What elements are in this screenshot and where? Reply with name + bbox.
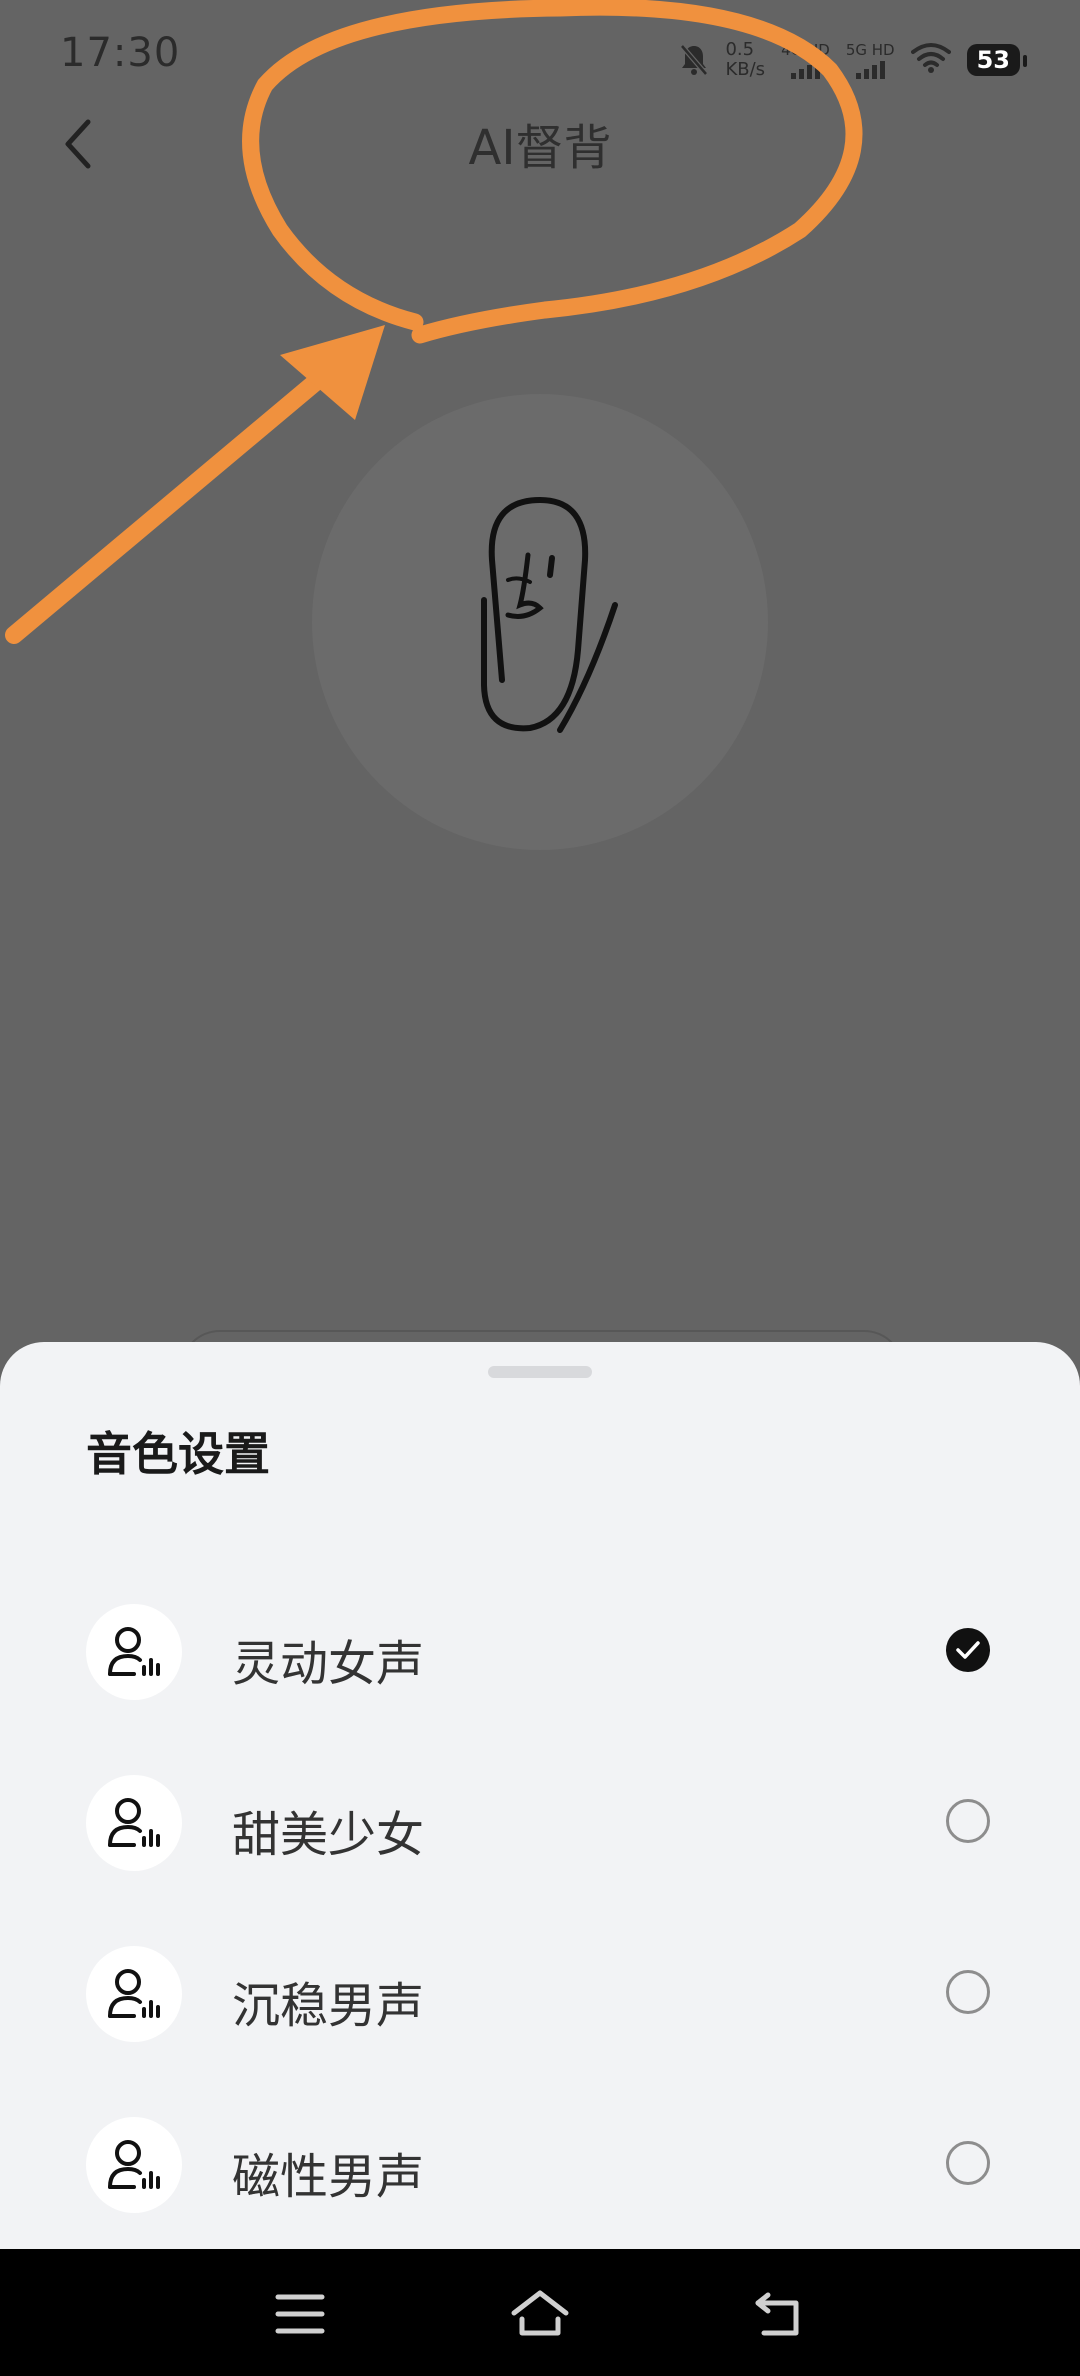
- voice-option[interactable]: 甜美少女: [0, 1735, 1080, 1906]
- voice-option-list: 灵动女声 甜美少女 沉稳男声 磁性男声: [0, 1564, 1080, 2248]
- back-arrow-icon: [755, 2292, 799, 2336]
- person-voice-icon: [108, 1969, 160, 2018]
- back-nav-button[interactable]: [750, 2289, 810, 2339]
- menu-icon: [275, 2294, 325, 2334]
- bell-off-icon: [679, 43, 709, 77]
- voice-avatar: [86, 2117, 182, 2213]
- voice-avatar: [86, 1946, 182, 2042]
- person-voice-icon: [108, 2140, 160, 2189]
- voice-option-label: 灵动女声: [232, 1636, 425, 1692]
- status-time: 17:30: [60, 30, 181, 76]
- app-header: AI督背: [0, 100, 1080, 180]
- voice-option[interactable]: 沉稳男声: [0, 1906, 1080, 2077]
- sheet-drag-handle[interactable]: [488, 1366, 592, 1378]
- network-speed: 0.5 KB/s: [725, 40, 765, 80]
- voice-option[interactable]: 磁性男声: [0, 2077, 1080, 2248]
- person-voice-icon: [108, 1627, 160, 1676]
- home-icon: [511, 2290, 569, 2336]
- battery-indicator: 53: [966, 44, 1028, 76]
- voice-radio[interactable]: [946, 2141, 990, 2185]
- sim1-signal: 4G HD: [781, 41, 830, 79]
- voice-radio[interactable]: [946, 1970, 990, 2014]
- paperclip-face-icon: [481, 496, 618, 733]
- status-icons: 0.5 KB/s 4G HD 5G HD 53: [679, 36, 1028, 84]
- signal-bars-icon: [855, 61, 885, 79]
- system-nav-bar: [0, 2249, 1080, 2376]
- check-icon: [956, 1641, 980, 1659]
- voice-radio[interactable]: [946, 1799, 990, 1843]
- signal-bars-icon: [790, 61, 820, 79]
- network-speed-unit: KB/s: [725, 59, 766, 80]
- voice-avatar: [86, 1775, 182, 1871]
- voice-settings-sheet: 音色设置 灵动女声 甜美少女 沉稳男声 磁性男声: [0, 1342, 1080, 2249]
- status-bar: 17:30 0.5 KB/s 4G HD 5G HD 53: [0, 0, 1080, 110]
- sim1-label: 4G HD: [781, 41, 830, 59]
- voice-option-label: 磁性男声: [232, 2149, 425, 2205]
- sim2-label: 5G HD: [845, 41, 895, 59]
- voice-option-label: 沉稳男声: [232, 1978, 425, 2034]
- voice-option-label: 甜美少女: [232, 1807, 425, 1863]
- person-voice-icon: [108, 1798, 160, 1847]
- sheet-title: 音色设置: [86, 1427, 270, 1481]
- voice-radio-selected[interactable]: [946, 1628, 990, 1672]
- wifi-icon: [910, 42, 951, 78]
- menu-button[interactable]: [270, 2289, 330, 2339]
- page-title: AI督背: [468, 120, 612, 176]
- voice-option[interactable]: 灵动女声: [0, 1564, 1080, 1735]
- home-button[interactable]: [510, 2289, 570, 2339]
- network-speed-value: 0.5: [725, 39, 755, 60]
- voice-avatar: [86, 1604, 182, 1700]
- sim2-signal: 5G HD: [846, 41, 895, 79]
